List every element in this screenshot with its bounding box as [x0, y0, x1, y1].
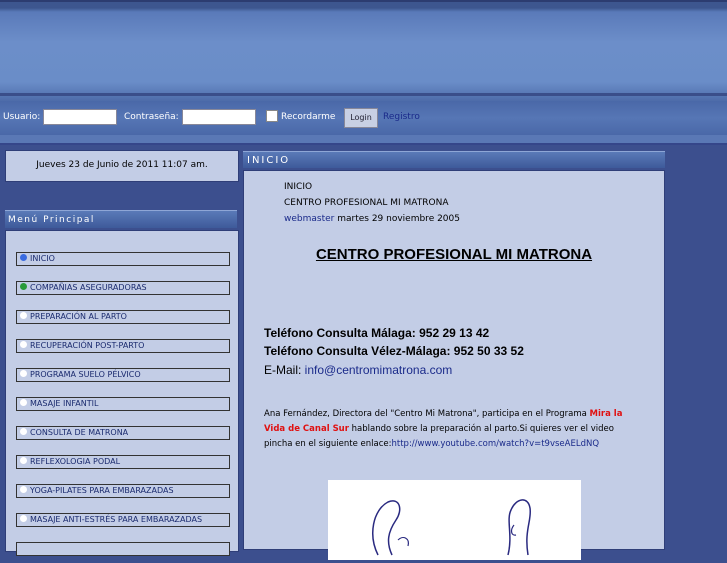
remember-label: Recordarme: [281, 112, 336, 122]
article-date: martes 29 noviembre 2005: [334, 214, 460, 224]
remember-checkbox[interactable]: [266, 110, 278, 122]
nav-separator: [0, 135, 727, 145]
bullet-icon: [20, 254, 27, 261]
bullet-icon: [20, 341, 27, 348]
page-title: CENTRO PROFESIONAL MI MATRONA: [315, 246, 593, 263]
breadcrumb: INICIO: [284, 182, 313, 192]
article-subtitle: CENTRO PROFESIONAL MI MATRONA: [284, 198, 449, 208]
illustration-image: [328, 480, 581, 560]
menu-item-label: MASAJE ANTI-ESTRÉS PARA EMBARAZADAS: [30, 515, 203, 524]
site-header-banner: [0, 0, 727, 102]
menu-item-label: COMPAÑIAS ASEGURADORAS: [30, 283, 147, 292]
email-link[interactable]: info@centromimatrona.com: [305, 363, 453, 377]
password-label: Contraseña:: [124, 112, 179, 122]
current-date: Jueves 23 de Junio de 2011 11:07 am.: [5, 150, 239, 182]
bullet-icon: [20, 457, 27, 464]
bullet-icon: [20, 486, 27, 493]
menu-item-label: YOGA-PILATES PARA EMBARAZADAS: [30, 486, 174, 495]
menu-item-preparacion[interactable]: PREPARACIÓN AL PARTO: [16, 310, 230, 324]
menu-item-label: CONSULTA DE MATRONA: [30, 428, 129, 437]
email-line: E-Mail: info@centromimatrona.com: [264, 363, 452, 377]
bullet-icon: [20, 399, 27, 406]
main-menu-title: Menú Principal: [5, 210, 237, 228]
menu-item-masaje-infantil[interactable]: MASAJE INFANTIL: [16, 397, 230, 411]
video-link[interactable]: http://www.youtube.com/watch?v=t9vseAELd…: [392, 439, 600, 449]
menu-item-reflexologia[interactable]: REFLEXOLOGIA PODAL: [16, 455, 230, 469]
menu-item-suelo-pelvico[interactable]: PROGRAMA SUELO PÉLVICO: [16, 368, 230, 382]
menu-item-inicio[interactable]: INICIO: [16, 252, 230, 266]
article: INICIO CENTRO PROFESIONAL MI MATRONA web…: [243, 170, 665, 560]
login-bar: Usuario: Contraseña: Recordarme Login Re…: [0, 101, 727, 135]
phone-velez-malaga: Teléfono Consulta Vélez-Málaga: 952 50 3…: [264, 344, 524, 358]
illustration-drawing: [372, 499, 532, 556]
menu-item-label: RECUPERACIÓN POST-PARTO: [30, 341, 145, 350]
register-link[interactable]: Registro: [383, 112, 420, 122]
menu-item-yoga[interactable]: YOGA-PILATES PARA EMBARAZADAS: [16, 484, 230, 498]
menu-item-label: PROGRAMA SUELO PÉLVICO: [30, 370, 141, 379]
menu-item-recuperacion[interactable]: RECUPERACIÓN POST-PARTO: [16, 339, 230, 353]
para-text: Ana Fernández, Directora del "Centro Mi …: [264, 409, 590, 419]
menu-item-aseguradoras[interactable]: COMPAÑIAS ASEGURADORAS: [16, 281, 230, 295]
bullet-icon: [20, 370, 27, 377]
email-label: E-Mail:: [264, 363, 305, 377]
phone-malaga: Teléfono Consulta Málaga: 952 29 13 42: [264, 326, 490, 340]
menu-item-label: INICIO: [30, 254, 55, 263]
username-label: Usuario:: [3, 112, 41, 122]
login-button[interactable]: Login: [344, 108, 378, 128]
menu-item-next[interactable]: [16, 542, 230, 556]
password-input[interactable]: [182, 109, 256, 125]
author-link[interactable]: webmaster: [284, 214, 334, 224]
username-input[interactable]: [43, 109, 117, 125]
content-header: INICIO: [243, 151, 665, 168]
bullet-icon: [20, 312, 27, 319]
menu-item-label: REFLEXOLOGIA PODAL: [30, 457, 121, 466]
article-paragraph: Ana Fernández, Directora del "Centro Mi …: [264, 407, 644, 452]
bullet-icon: [20, 515, 27, 522]
bullet-icon: [20, 428, 27, 435]
article-meta: webmaster martes 29 noviembre 2005: [284, 214, 460, 224]
menu-item-masaje-antiestres[interactable]: MASAJE ANTI-ESTRÉS PARA EMBARAZADAS: [16, 513, 230, 527]
menu-item-label: PREPARACIÓN AL PARTO: [30, 312, 127, 321]
menu-item-consulta[interactable]: CONSULTA DE MATRONA: [16, 426, 230, 440]
bullet-icon: [20, 283, 27, 290]
header-divider: [0, 93, 727, 96]
main-menu: INICIO COMPAÑIAS ASEGURADORAS PREPARACIÓ…: [5, 230, 239, 556]
menu-item-label: MASAJE INFANTIL: [30, 399, 99, 408]
